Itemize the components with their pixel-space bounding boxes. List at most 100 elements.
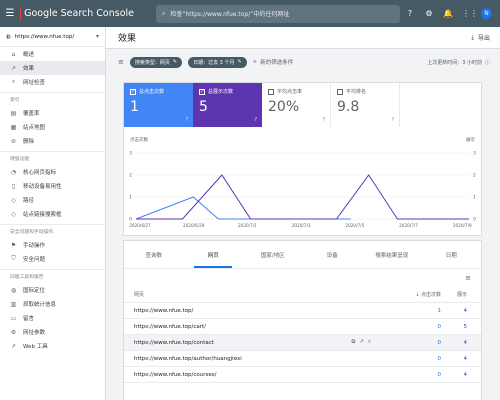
- sidebar-item-shield[interactable]: ⛉ 安全问题: [0, 252, 105, 266]
- info-icon[interactable]: ⓘ: [485, 59, 490, 66]
- nav-section-enhancements: 增强功能: [0, 151, 105, 165]
- metric-value: 1: [130, 99, 139, 115]
- checkbox-icon[interactable]: [337, 88, 343, 95]
- sidebar-item-label: 留言: [23, 316, 35, 322]
- x-tick-label: 2020/7/7: [399, 223, 418, 228]
- url-inspection-search[interactable]: ⌕ 检查“https://www.nfue.top/”中的任何网址: [156, 4, 400, 23]
- settings-icon[interactable]: ⚙: [424, 9, 434, 18]
- date-range-chip[interactable]: 日期：过去 3 个月 ✎: [188, 56, 247, 68]
- params-icon: ⚙: [10, 328, 17, 336]
- y-tick-label-right: 0: [473, 217, 476, 223]
- x-tick-label: 2020/6/27: [129, 223, 151, 228]
- chevron-down-icon: ▾: [95, 33, 99, 40]
- cell-clicks: 0: [437, 371, 442, 378]
- column-header-clicks[interactable]: ↓ 点击次数: [397, 291, 441, 298]
- sidebar-item-speed[interactable]: ◔ 核心网页指标: [0, 165, 105, 179]
- copy-icon[interactable]: ⧉: [351, 339, 355, 346]
- cell-clicks: 0: [437, 323, 442, 330]
- search-icon: ⌕: [11, 78, 16, 85]
- tab-3[interactable]: 设备: [303, 241, 363, 268]
- metric-total-clicks[interactable]: ✓ 总点击次数 1?: [124, 83, 193, 127]
- inspect-url-icon[interactable]: ⌕: [368, 339, 371, 346]
- filter-icon[interactable]: ≡: [118, 58, 124, 66]
- x-tick-label: 2020/7/1: [238, 223, 257, 228]
- search-type-chip[interactable]: 搜索类型：网页 ✎: [129, 56, 183, 68]
- column-header-impressions[interactable]: 展示: [441, 291, 481, 298]
- checkbox-icon[interactable]: ✓: [130, 88, 136, 95]
- help-icon[interactable]: ?: [322, 117, 325, 123]
- metric-value: 9.8: [337, 99, 360, 115]
- checkbox-icon[interactable]: [268, 88, 274, 95]
- help-icon[interactable]: ?: [405, 9, 415, 18]
- sidebar-item-message[interactable]: ▭ 留言: [0, 311, 105, 325]
- sidebar-item-breadcrumb[interactable]: ◇ 路径: [0, 193, 105, 207]
- edit-icon: ✎: [237, 59, 242, 65]
- apps-grid-icon[interactable]: ⋮⋮: [462, 9, 478, 18]
- metric-total-impressions[interactable]: ✓ 总展示次数 5?: [193, 83, 262, 127]
- cell-impressions: 4: [463, 355, 468, 362]
- help-icon[interactable]: ?: [254, 117, 257, 123]
- download-icon: ⤓: [471, 33, 474, 41]
- table-row[interactable]: https://www.nfue.top/courses/0 4: [124, 367, 481, 383]
- sidebar-item-chart[interactable]: ▥ 抓取统计信息: [0, 297, 105, 311]
- plus-icon: +: [252, 59, 258, 65]
- table-filter-icon[interactable]: ≡: [465, 274, 471, 282]
- metric-average-ctr[interactable]: 平均点击率 20%?: [262, 83, 331, 127]
- sidebar-item-home[interactable]: ⌂ 概述: [0, 47, 105, 61]
- table-row[interactable]: https://www.nfue.top/1 4: [124, 303, 481, 319]
- metric-label: 总展示次数: [208, 89, 234, 95]
- sidebar-item-label: 核心网页指标: [23, 170, 57, 176]
- column-header-page[interactable]: 网页: [134, 291, 397, 298]
- export-button[interactable]: ⤓ 导出: [471, 33, 490, 43]
- sidebar-item-globe[interactable]: ◍ 国际定位: [0, 283, 105, 297]
- sidebar-item-external-link[interactable]: ↗ Web 工具: [0, 339, 105, 353]
- performance-chart-svg: 点击次数 展示 0 0 1 1 2 2 3 3 2020/6/27 2020/6/29 2020/7/1…: [129, 136, 476, 228]
- help-icon[interactable]: ?: [185, 117, 188, 123]
- y-tick-label-right: 3: [473, 151, 476, 157]
- add-filter-button[interactable]: + 新的筛选条件: [253, 58, 294, 66]
- tab-0[interactable]: 查询数: [124, 241, 184, 268]
- cell-page: https://www.nfue.top/contact: [134, 339, 214, 346]
- sidebar-item-search[interactable]: ⌕ 网址检查: [0, 75, 105, 89]
- sidebar-item-label: 删除: [23, 139, 35, 145]
- sidebar-item-trending-up[interactable]: ↗ 效果: [0, 61, 105, 75]
- table-row[interactable]: https://www.nfue.top/contact ⧉ ↗ ⌕ 0 4: [124, 335, 481, 351]
- open-link-icon[interactable]: ↗: [359, 339, 364, 346]
- tab-1[interactable]: 网页: [184, 241, 244, 268]
- sidebar-item-label: 网址检查: [23, 80, 46, 86]
- sidebar-item-flag[interactable]: ⚑ 手动操作: [0, 238, 105, 252]
- hamburger-menu-icon[interactable]: ☰: [0, 0, 20, 27]
- metric-label: 总点击次数: [139, 89, 165, 95]
- sidebar-item-sitelinks[interactable]: ◇ 站点链接搜索框: [0, 207, 105, 221]
- y-tick-label-left: 3: [129, 151, 132, 157]
- column-header-clicks-label: 点击次数: [420, 292, 441, 298]
- sidebar-item-params[interactable]: ⚙ 网址参数: [0, 325, 105, 339]
- sidebar-item-sitemap[interactable]: ▦ 站点地图: [0, 120, 105, 134]
- sidebar-item-label: 移动设备易用性: [23, 184, 62, 190]
- search-icon: ⌕: [162, 9, 166, 17]
- sidebar-item-removals[interactable]: ⊘ 删除: [0, 134, 105, 148]
- tab-4[interactable]: 搜索结果呈现: [362, 241, 422, 268]
- phone-icon: ▯: [11, 182, 16, 190]
- tab-2[interactable]: 国家/地区: [243, 241, 303, 268]
- sidebar-item-coverage[interactable]: ▤ 覆盖率: [0, 106, 105, 120]
- avatar[interactable]: N: [481, 8, 492, 19]
- nav-section-security: 安全问题和手动操作: [0, 224, 105, 238]
- table-row[interactable]: https://www.nfue.top/author/huangjiexi 0 4: [124, 351, 481, 367]
- tab-5[interactable]: 日期: [422, 241, 482, 268]
- metric-label-row: 平均排名: [337, 88, 393, 95]
- x-tick-label: 2020/7/3: [292, 223, 311, 228]
- property-selector[interactable]: ◍ https://www.nfue.top/ ▾: [0, 27, 105, 47]
- app-brand[interactable]: Google Search Console: [20, 7, 134, 20]
- help-icon[interactable]: ?: [391, 117, 394, 123]
- trending-up-icon: ↗: [10, 64, 17, 72]
- search-type-chip-label: 搜索类型：网页: [134, 59, 170, 66]
- cell-clicks: 0: [437, 355, 442, 362]
- checkbox-icon[interactable]: ✓: [199, 88, 205, 95]
- notifications-icon[interactable]: 🔔: [443, 9, 453, 18]
- metric-average-position[interactable]: 平均排名 9.8?: [331, 83, 400, 127]
- sidebar-item-phone[interactable]: ▯ 移动设备易用性: [0, 179, 105, 193]
- table-row[interactable]: https://www.nfue.top/cart/0 5: [124, 319, 481, 335]
- home-icon: ⌂: [11, 50, 16, 58]
- sidebar-item-label: 站点地图: [23, 125, 46, 131]
